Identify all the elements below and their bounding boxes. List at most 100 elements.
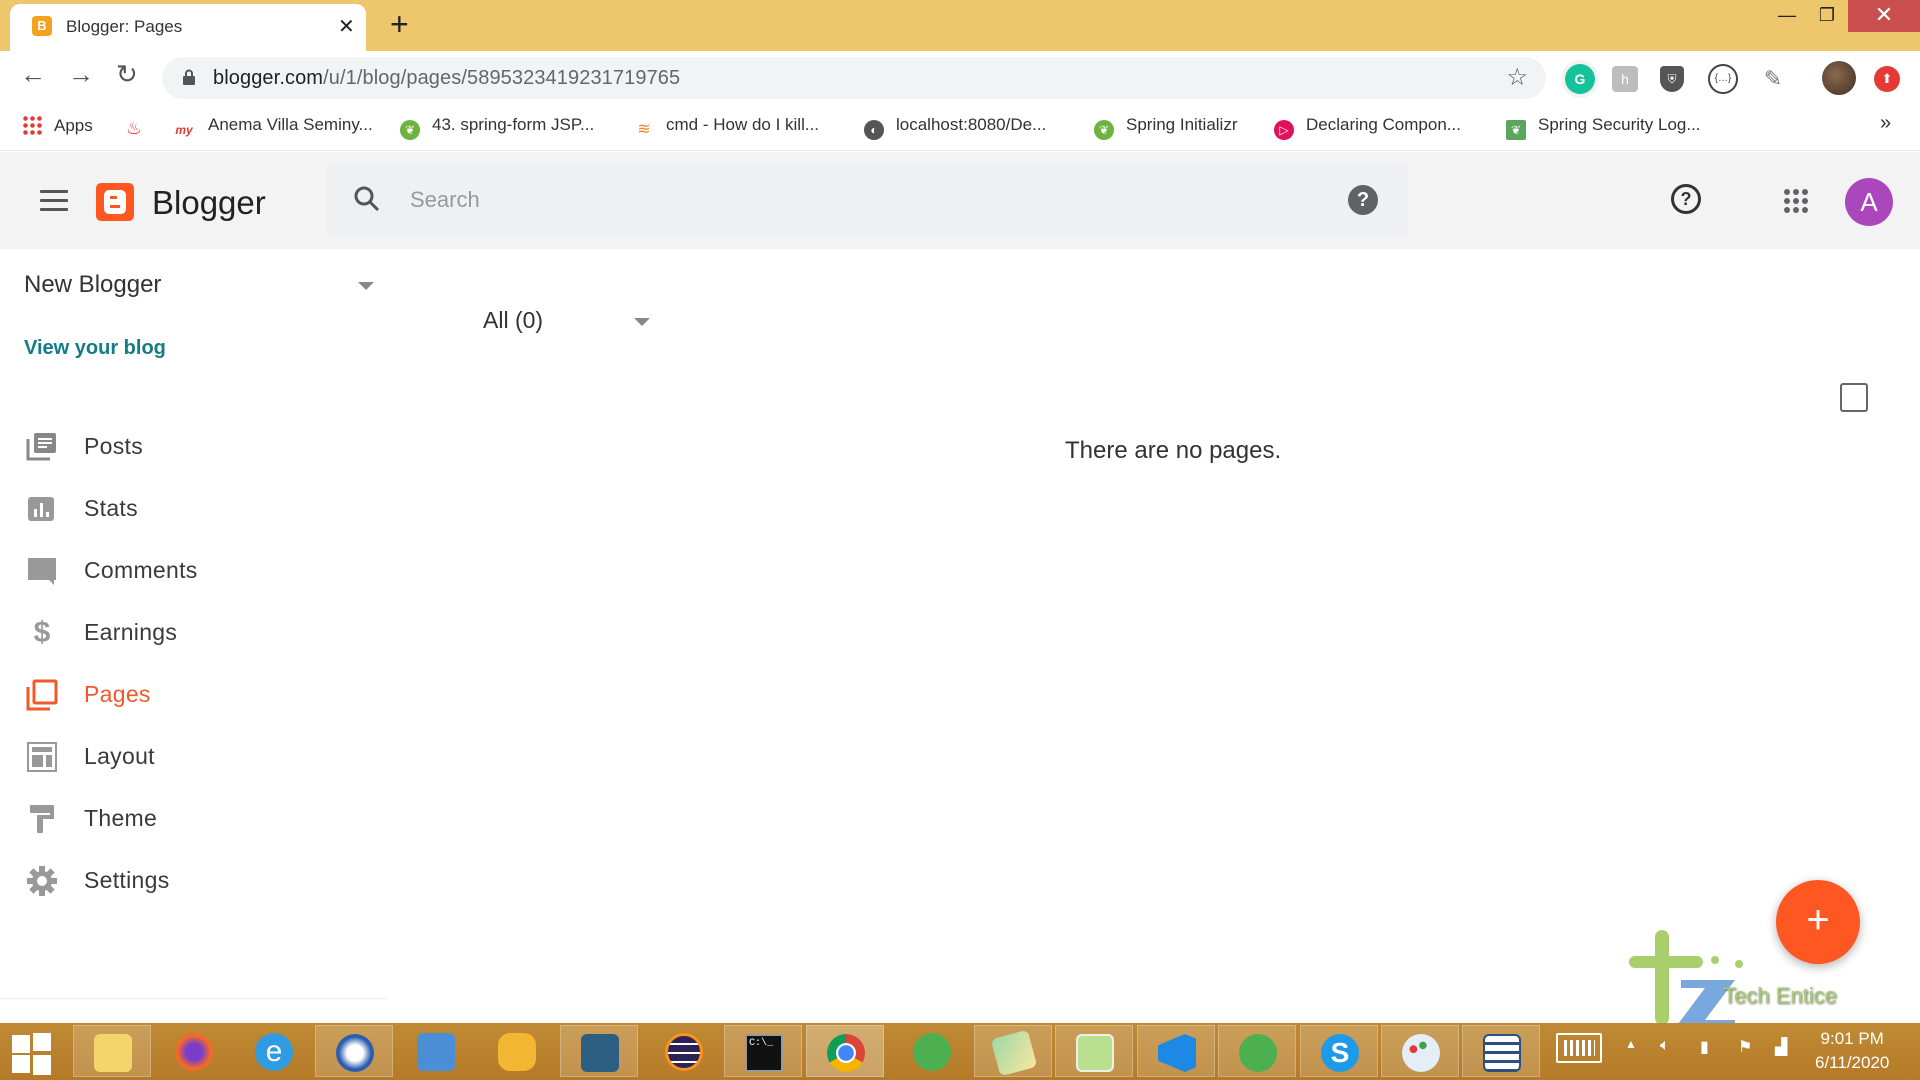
sidebar-item-settings[interactable]: Settings — [0, 849, 388, 911]
taskbar-file-explorer[interactable] — [73, 1025, 151, 1077]
bookmark-apps[interactable]: Apps — [22, 115, 93, 136]
taskbar-command-prompt[interactable]: C:\_ — [724, 1025, 802, 1077]
back-button[interactable]: ← — [20, 59, 46, 90]
show-hidden-icons-button[interactable]: ▲ — [1625, 1037, 1637, 1051]
taskbar-spring-tool-suite-2[interactable] — [1218, 1025, 1296, 1077]
view-blog-link[interactable]: View your blog — [24, 337, 166, 360]
vscode-icon — [1158, 1034, 1196, 1072]
notepad-plus-plus-icon — [1076, 1034, 1114, 1072]
taskbar-notepad-plus-plus[interactable] — [1055, 1025, 1133, 1077]
address-bar[interactable]: blogger.com/u/1/blog/pages/5895323419231… — [162, 57, 1546, 99]
start-button[interactable] — [12, 1033, 52, 1075]
stackoverflow-icon: ≋ — [637, 121, 651, 138]
taskbar-sticky-notes[interactable] — [974, 1025, 1052, 1077]
bookmark-spring-initializr[interactable]: ❦ Spring Initializr — [1094, 115, 1238, 140]
touch-keyboard-icon[interactable] — [1556, 1033, 1602, 1063]
url-path: /u/1/blog/pages/5895323419231719765 — [323, 67, 681, 89]
account-avatar[interactable]: A — [1845, 178, 1893, 226]
search-help-icon[interactable]: ? — [1348, 185, 1378, 215]
empty-state-message: There are no pages. — [1065, 437, 1282, 464]
window-restore-button[interactable]: ❐ — [1804, 0, 1850, 32]
sidebar-item-comments[interactable]: Comments — [0, 539, 388, 601]
blogger-logo-icon[interactable] — [96, 183, 134, 221]
clock-time: 9:01 PM — [1820, 1029, 1884, 1048]
taskbar-paint[interactable] — [1381, 1025, 1459, 1077]
tab-close-icon[interactable]: ✕ — [338, 14, 355, 39]
grammarly-icon[interactable]: G — [1565, 64, 1595, 94]
blog-selector[interactable]: New Blogger — [24, 271, 161, 299]
spring-leaf-icon: ❦ — [1094, 120, 1114, 140]
sidebar-item-pages[interactable]: Pages — [0, 663, 388, 725]
sticky-notes-icon — [990, 1029, 1038, 1077]
sidebar-item-posts[interactable]: Posts — [0, 415, 388, 477]
apps-grid-icon — [22, 115, 42, 135]
profile-avatar[interactable] — [1822, 61, 1856, 95]
taskbar-internet-explorer[interactable]: e — [235, 1025, 313, 1077]
honey-icon[interactable]: h — [1612, 66, 1638, 92]
windows-taskbar: e C:\_ S ▲ 🔈︎ ▮ ⚑ ▟ 9:01 PM 6/11/2020 — [0, 1023, 1920, 1080]
search-icon[interactable] — [352, 184, 382, 214]
search-input[interactable] — [410, 180, 1310, 220]
bookmarks-overflow-button[interactable]: » — [1880, 112, 1891, 135]
help-icon[interactable]: ? — [1671, 184, 1701, 214]
sidebar-item-theme[interactable]: Theme — [0, 787, 388, 849]
taskbar-db-tool[interactable] — [478, 1025, 556, 1077]
lock-icon — [183, 69, 195, 85]
reload-button[interactable]: ↻ — [116, 59, 138, 90]
app-name[interactable]: Blogger — [152, 184, 266, 222]
bookmark-star-icon[interactable]: ☆ — [1506, 63, 1528, 92]
forward-button[interactable]: → — [68, 59, 94, 90]
bookmark-label: Spring Initializr — [1126, 115, 1238, 134]
sidebar-item-earnings[interactable]: $ Earnings — [0, 601, 388, 663]
browser-tab[interactable]: B Blogger: Pages ✕ — [10, 4, 366, 51]
adblock-icon[interactable]: ⛨ — [1660, 66, 1684, 92]
bookmark-stackoverflow[interactable]: ≋ cmd - How do I kill... — [634, 115, 819, 140]
spring-tool-suite-icon — [913, 1033, 951, 1071]
flame-icon: ♨ — [125, 118, 143, 138]
action-center-flag-icon[interactable]: ⚑ — [1738, 1037, 1752, 1057]
taskbar-thunderbird[interactable] — [315, 1025, 393, 1077]
network-signal-icon[interactable]: ▟ — [1775, 1037, 1787, 1057]
json-viewer-icon[interactable]: {…} — [1708, 64, 1738, 94]
taskbar-spring-tool-suite[interactable] — [893, 1025, 971, 1077]
bookmark-flame[interactable]: ♨ — [124, 115, 156, 138]
skype-icon: S — [1321, 1034, 1359, 1072]
taskbar-eclipse[interactable] — [645, 1025, 723, 1077]
comments-icon — [28, 558, 56, 585]
color-picker-icon[interactable]: ✎ — [1758, 64, 1788, 94]
taskbar-mysql-workbench[interactable] — [560, 1025, 638, 1077]
bookmark-spring-security[interactable]: ❦ Spring Security Log... — [1506, 115, 1701, 140]
select-all-checkbox[interactable] — [1840, 383, 1868, 412]
power-icon[interactable]: ▮ — [1700, 1037, 1709, 1057]
blogger-favicon-icon: B — [32, 16, 52, 36]
bookmarks-bar: Apps ♨ my Anema Villa Seminy... ❦ 43. spri… — [0, 105, 1920, 151]
chevron-down-icon[interactable] — [634, 318, 650, 326]
taskbar-skype[interactable]: S — [1300, 1025, 1378, 1077]
bookmark-declaring-components[interactable]: ▷ Declaring Compon... — [1274, 115, 1461, 140]
taskbar-vscode[interactable] — [1137, 1025, 1215, 1077]
paint-icon — [1402, 1034, 1440, 1072]
taskbar-firefox[interactable] — [155, 1025, 233, 1077]
url-text[interactable]: blogger.com/u/1/blog/pages/5895323419231… — [213, 67, 680, 90]
taskbar-file-manager[interactable] — [1462, 1025, 1540, 1077]
bookmark-localhost[interactable]: ◐ localhost:8080/De... — [864, 115, 1046, 140]
bookmark-spring-form[interactable]: ❦ 43. spring-form JSP... — [400, 115, 594, 140]
globe-icon: ◐ — [864, 120, 884, 140]
mysql-workbench-icon — [581, 1034, 619, 1072]
sidebar-item-layout[interactable]: Layout — [0, 725, 388, 787]
sidebar-item-stats[interactable]: Stats — [0, 477, 388, 539]
new-tab-button[interactable]: + — [390, 6, 409, 43]
pages-filter-dropdown[interactable]: All (0) — [483, 307, 543, 334]
taskbar-chrome[interactable] — [806, 1025, 884, 1077]
taskbar-remote-desktop[interactable] — [397, 1025, 475, 1077]
bookmark-anema-villa[interactable]: my Anema Villa Seminy... — [172, 115, 372, 140]
bookmark-label: Apps — [54, 116, 93, 135]
window-close-button[interactable]: ✕ — [1848, 0, 1920, 32]
update-extension-icon[interactable]: ⬆ — [1874, 66, 1900, 92]
chevron-down-icon[interactable] — [358, 282, 374, 290]
volume-icon[interactable]: 🔈︎ — [1660, 1037, 1670, 1055]
google-apps-icon[interactable] — [1784, 189, 1808, 213]
system-clock[interactable]: 9:01 PM 6/11/2020 — [1815, 1027, 1889, 1075]
menu-icon[interactable] — [40, 190, 68, 211]
bookmark-label: Declaring Compon... — [1306, 115, 1461, 134]
